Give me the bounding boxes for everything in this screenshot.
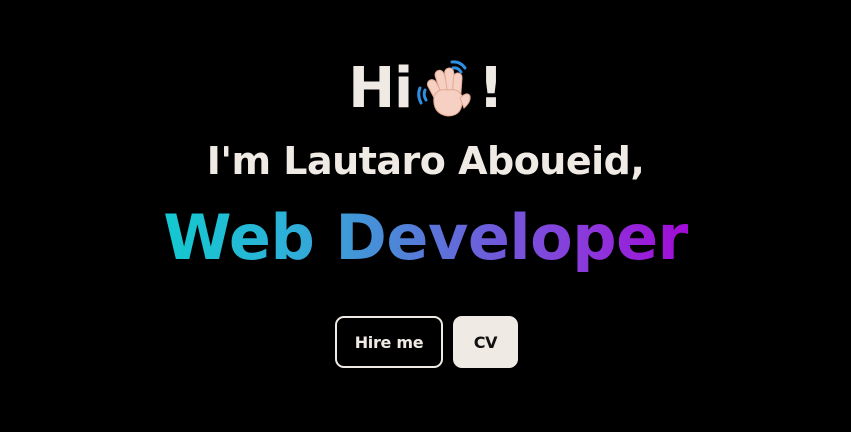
hero-section: Hi ! I'm Lautaro Aboueid, Web Developer … (0, 0, 851, 432)
hire-me-button[interactable]: Hire me (335, 316, 443, 368)
role-text: Web Developer (163, 201, 688, 274)
waving-hand-icon (417, 60, 471, 117)
intro-heading: I'm Lautaro Aboueid, (206, 139, 645, 183)
action-buttons: Hire me CV (335, 316, 518, 368)
greeting-exclamation: ! (478, 56, 504, 121)
cv-button[interactable]: CV (453, 316, 518, 368)
greeting-heading: Hi ! (0, 56, 851, 122)
role-heading: Web Developer (0, 198, 851, 294)
greeting-text: Hi (348, 56, 413, 121)
